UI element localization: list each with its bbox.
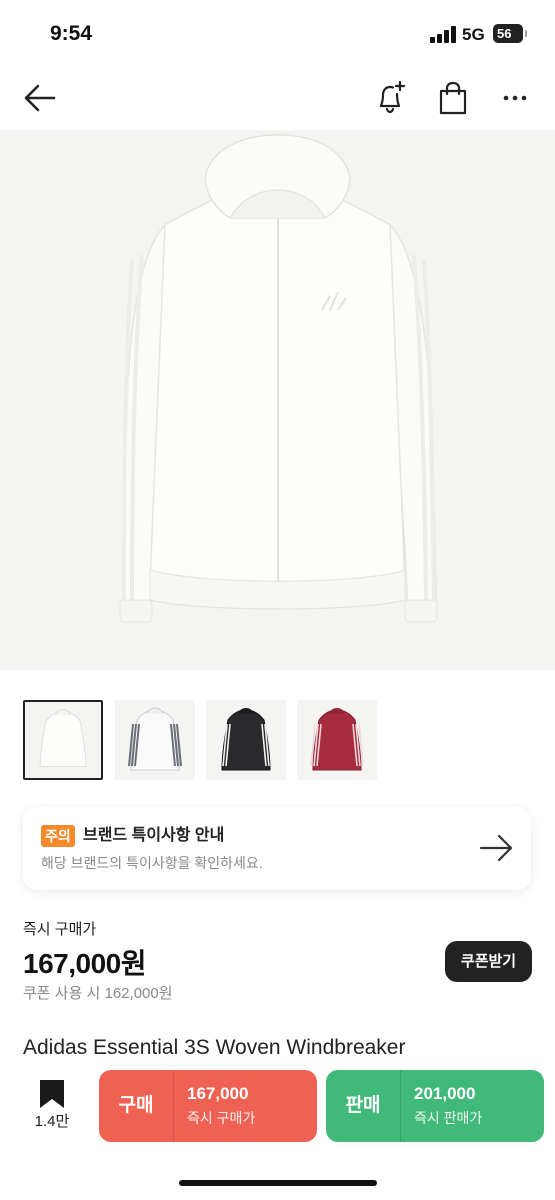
buy-label: 구매 — [118, 1095, 154, 1116]
status-bar: 9:54 5G 56 — [0, 0, 555, 66]
buy-button[interactable]: 구매 167,000 즉시 구매가 — [99, 1070, 317, 1142]
sell-sub: 즉시 판매가 — [414, 1110, 483, 1126]
brand-notice-card[interactable]: 주의 브랜드 특이사항 안내 해당 브랜드의 특이사항을 확인하세요. — [23, 807, 531, 890]
product-name: Adidas Essential 3S Woven Windbreaker — [23, 1036, 406, 1059]
signal-icon — [430, 26, 456, 43]
bookmark-icon — [40, 1080, 64, 1108]
arrow-left-icon — [24, 84, 56, 112]
battery-icon: 56 — [493, 24, 527, 43]
bell-plus-icon — [379, 80, 406, 114]
notice-title: 브랜드 특이사항 안내 — [83, 827, 225, 844]
more-horizontal-icon — [503, 95, 527, 101]
status-time: 9:54 — [50, 22, 93, 45]
back-button[interactable] — [20, 80, 60, 116]
coupon-price: 쿠폰 사용 시 162,000원 — [23, 985, 173, 1002]
network-label: 5G — [462, 25, 485, 44]
top-nav — [0, 66, 555, 130]
shopping-bag-icon — [439, 81, 467, 115]
notice-badge: 주의 — [41, 825, 75, 847]
home-indicator — [179, 1180, 377, 1186]
buy-divider — [173, 1070, 174, 1142]
bottom-action-bar: 1.4만 구매 167,000 즉시 구매가 판매 201,000 즉시 판매가 — [0, 1058, 555, 1200]
thumbnail-strip — [23, 700, 543, 780]
thumbnail-white[interactable] — [23, 700, 103, 780]
buy-sub: 즉시 구매가 — [187, 1110, 256, 1126]
product-main-image[interactable] — [0, 130, 555, 670]
jacket-illustration — [119, 134, 438, 623]
bag-button[interactable] — [433, 80, 473, 116]
bookmark-count: 1.4만 — [34, 1113, 70, 1130]
sell-label: 판매 — [345, 1095, 381, 1116]
price-value: 167,000원 — [23, 948, 146, 979]
thumbnail-black[interactable] — [206, 700, 286, 780]
coupon-button[interactable]: 쿠폰받기 — [445, 941, 532, 982]
thumbnail-white-grey[interactable] — [115, 700, 195, 780]
sell-button[interactable]: 판매 201,000 즉시 판매가 — [326, 1070, 544, 1142]
sell-divider — [400, 1070, 401, 1142]
notice-subtitle: 해당 브랜드의 특이사항을 확인하세요. — [41, 855, 263, 871]
buy-price: 167,000 — [187, 1084, 249, 1103]
bookmark-button[interactable]: 1.4만 — [22, 1078, 82, 1138]
price-label: 즉시 구매가 — [23, 921, 97, 938]
more-button[interactable] — [496, 80, 536, 116]
alert-add-button[interactable] — [370, 80, 410, 116]
sell-price: 201,000 — [414, 1084, 476, 1103]
arrow-right-icon — [479, 834, 513, 862]
thumbnail-burgundy[interactable] — [297, 700, 377, 780]
